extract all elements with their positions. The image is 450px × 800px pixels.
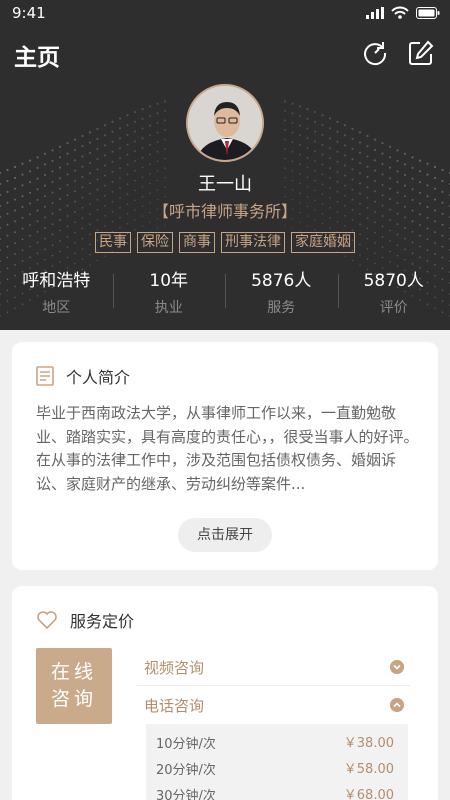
stat-value: 5870人 xyxy=(363,271,424,291)
stat-region: 呼和浩特 地区 xyxy=(0,266,113,316)
stat-value: 呼和浩特 xyxy=(22,271,91,291)
stat-label: 评价 xyxy=(379,300,408,316)
signal-icon xyxy=(366,6,384,19)
online-label-line1: 在线 xyxy=(50,661,97,683)
online-label-line2: 咨询 xyxy=(50,688,97,710)
lawyer-name: 王一山 xyxy=(198,174,252,195)
refresh-icon[interactable] xyxy=(362,40,388,66)
price-row[interactable]: 30分钟/次 ￥68.00 xyxy=(146,780,408,800)
chevron-down-icon[interactable] xyxy=(390,660,404,674)
specialty-tag: 保险 xyxy=(137,232,173,253)
price-amount: ￥68.00 xyxy=(343,788,394,800)
option-phone-consult[interactable]: 电话咨询 xyxy=(136,686,410,724)
profile-header: 9:41 主页 王一山 【呼市律师事务所】 民事 保险 商事 刑事法律 家庭婚姻… xyxy=(0,0,450,330)
stat-label: 执业 xyxy=(154,300,183,316)
intro-card-title: 个人简介 xyxy=(36,364,130,388)
avatar[interactable] xyxy=(186,84,264,162)
specialty-tag: 家庭婚姻 xyxy=(291,232,355,253)
intro-title: 个人简介 xyxy=(66,368,131,387)
option-label: 视频咨询 xyxy=(144,659,205,677)
document-icon xyxy=(36,366,54,386)
stat-value: 10年 xyxy=(149,271,189,291)
stat-reviews: 5870人 评价 xyxy=(337,266,450,316)
edit-icon[interactable] xyxy=(408,40,434,66)
online-consult-badge: 在线 咨询 xyxy=(36,648,112,724)
price-duration: 30分钟/次 xyxy=(156,789,216,800)
law-firm: 【呼市律师事务所】 xyxy=(152,202,297,221)
services-card: 服务定价 在线 咨询 视频咨询 电话咨询 10分钟/次 ￥38.00 20分钟/… xyxy=(12,586,438,800)
battery-icon xyxy=(416,6,440,19)
stat-label: 地区 xyxy=(42,300,71,316)
price-amount: ￥58.00 xyxy=(343,762,394,777)
intro-text: 毕业于西南政法大学，从事律师工作以来，一直勤勉敬业、踏踏实实，具有高度的责任心，… xyxy=(36,404,419,493)
intro-card: 个人简介 毕业于西南政法大学，从事律师工作以来，一直勤勉敬业、踏踏实实，具有高度… xyxy=(12,342,438,570)
stats-row: 呼和浩特 地区 10年 执业 5876人 服务 5870人 评价 xyxy=(0,266,450,316)
expand-button[interactable]: 点击展开 xyxy=(178,518,272,552)
stat-practice: 10年 执业 xyxy=(112,266,226,316)
specialty-tag: 民事 xyxy=(95,232,131,253)
services-card-title: 服务定价 xyxy=(36,608,134,632)
specialty-tag: 刑事法律 xyxy=(221,232,285,253)
status-time: 9:41 xyxy=(12,4,46,22)
stat-label: 服务 xyxy=(267,300,296,316)
price-duration: 20分钟/次 xyxy=(156,763,216,778)
price-row[interactable]: 10分钟/次 ￥38.00 xyxy=(146,728,408,754)
option-video-consult[interactable]: 视频咨询 xyxy=(136,648,410,686)
wifi-icon xyxy=(391,6,409,19)
chevron-up-icon[interactable] xyxy=(390,698,404,712)
stat-value: 5876人 xyxy=(251,271,312,291)
services-title: 服务定价 xyxy=(70,612,135,631)
heart-icon xyxy=(37,611,57,630)
price-row[interactable]: 20分钟/次 ￥58.00 xyxy=(146,754,408,780)
price-duration: 10分钟/次 xyxy=(156,737,216,752)
option-label: 电话咨询 xyxy=(144,697,205,715)
stat-served: 5876人 服务 xyxy=(225,266,338,316)
price-list: 10分钟/次 ￥38.00 20分钟/次 ￥58.00 30分钟/次 ￥68.0… xyxy=(146,724,408,800)
status-bar: 9:41 xyxy=(0,0,450,28)
specialty-tags: 民事 保险 商事 刑事法律 家庭婚姻 xyxy=(0,232,450,253)
top-bar: 主页 xyxy=(0,32,450,76)
specialty-tag: 商事 xyxy=(179,232,215,253)
price-amount: ￥38.00 xyxy=(343,736,394,751)
page-title: 主页 xyxy=(14,45,60,71)
